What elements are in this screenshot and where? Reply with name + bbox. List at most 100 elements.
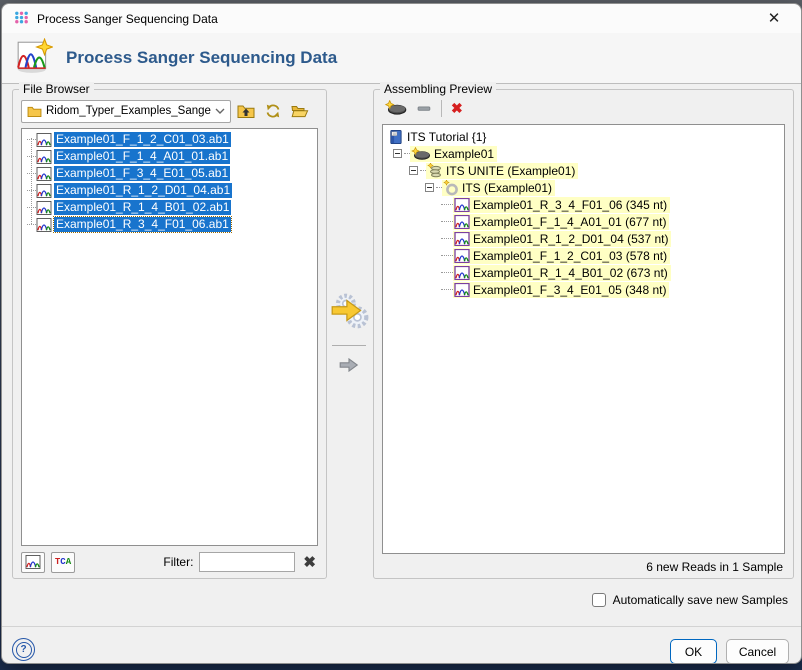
chromatogram-file-icon xyxy=(36,218,52,232)
remove-button[interactable] xyxy=(417,99,432,117)
collapse-toggle-icon[interactable] xyxy=(393,149,402,158)
dialog-buttons: OK Cancel xyxy=(670,639,789,664)
file-item[interactable]: Example01_F_3_4_E01_05.ab1 xyxy=(22,165,317,182)
read-chromatogram-icon xyxy=(454,249,470,263)
file-item[interactable]: Example01_F_1_4_A01_01.ab1 xyxy=(22,148,317,165)
folder-icon xyxy=(27,105,42,117)
transfer-controls xyxy=(325,89,373,577)
chevron-down-icon xyxy=(215,108,225,114)
sequence-text-view-toggle[interactable]: TCA xyxy=(51,552,75,573)
close-button[interactable]: ✕ xyxy=(759,7,789,31)
tree-item-label: Example01_F_1_2_C01_03 (578 nt) xyxy=(473,249,667,263)
chromatogram-file-icon xyxy=(36,184,52,198)
open-folder-button[interactable] xyxy=(288,100,312,122)
sanger-chromatogram-icon xyxy=(15,38,53,79)
tree-item-label: ITS (Example01) xyxy=(462,181,552,195)
tree-connector xyxy=(27,224,36,225)
file-item-label: Example01_R_1_4_B01_02.ab1 xyxy=(54,200,231,215)
ok-button[interactable]: OK xyxy=(670,639,717,664)
file-item-label: Example01_F_1_2_C01_03.ab1 xyxy=(54,132,231,147)
chromatogram-view-toggle[interactable] xyxy=(21,552,45,573)
locus-ring-icon xyxy=(443,180,459,196)
tree-item-label: ITS UNITE (Example01) xyxy=(446,164,575,178)
file-browser-toolbar: Ridom_Typer_Examples_Sanger_ITS/ xyxy=(21,99,320,123)
file-browser-panel: File Browser Ridom_Typer_Examples_Sanger… xyxy=(12,89,327,579)
preview-tree[interactable]: ITS Tutorial {1} Example01 ITS UNITE (Ex… xyxy=(382,124,785,554)
tree-item-locus[interactable]: ITS (Example01) xyxy=(383,179,784,196)
help-button[interactable]: ? xyxy=(12,638,35,661)
question-mark-icon: ? xyxy=(16,642,32,658)
tree-item-read[interactable]: Example01_F_1_2_C01_03 (578 nt) xyxy=(383,247,784,264)
tree-item-label: Example01 xyxy=(434,147,494,161)
read-chromatogram-icon xyxy=(454,266,470,280)
sample-icon xyxy=(411,147,431,161)
minus-icon xyxy=(417,101,432,116)
autosave-checkbox[interactable] xyxy=(592,593,606,607)
assembling-preview-group-label: Assembling Preview xyxy=(380,82,496,96)
tree-connector xyxy=(441,255,453,256)
file-browser-footer: TCA Filter: ✖ xyxy=(21,551,318,573)
folder-up-button[interactable] xyxy=(234,100,258,122)
collapse-toggle-icon[interactable] xyxy=(425,183,434,192)
tree-item-read[interactable]: Example01_R_1_2_D01_04 (537 nt) xyxy=(383,230,784,247)
file-item[interactable]: Example01_R_1_2_D01_04.ab1 xyxy=(22,182,317,199)
tree-connector xyxy=(441,238,453,239)
assembling-preview-panel: Assembling Preview ✖ ITS Tutorial {1} Ex… xyxy=(373,89,794,579)
process-sanger-dialog: Process Sanger Sequencing Data ✕ Process… xyxy=(1,3,802,664)
filter-label: Filter: xyxy=(163,555,193,569)
refresh-button[interactable] xyxy=(261,100,285,122)
clear-filter-button[interactable]: ✖ xyxy=(301,553,318,571)
autosave-label: Automatically save new Samples xyxy=(613,593,788,607)
footer-divider xyxy=(2,626,801,627)
tree-item-read[interactable]: Example01_R_3_4_F01_06 (345 nt) xyxy=(383,196,784,213)
tree-connector xyxy=(31,138,32,224)
file-list[interactable]: Example01_F_1_2_C01_03.ab1 Example01_F_1… xyxy=(21,128,318,546)
tree-item-label: ITS Tutorial {1} xyxy=(407,130,486,144)
tca-letters-icon: TCA xyxy=(55,557,71,567)
chromatogram-file-icon xyxy=(36,201,52,215)
tree-item-label: Example01_R_1_4_B01_02 (673 nt) xyxy=(473,266,668,280)
delete-button[interactable]: ✖ xyxy=(451,99,463,117)
folder-path-value: Ridom_Typer_Examples_Sanger_ITS/ xyxy=(46,105,211,117)
chromatogram-file-icon xyxy=(36,167,52,181)
file-item-label: Example01_F_1_4_A01_01.ab1 xyxy=(54,149,230,164)
gray-arrow-icon xyxy=(338,356,360,374)
desktop: { "window": { "title": "Process Sanger S… xyxy=(0,0,802,670)
tree-item-label: Example01_F_3_4_E01_05 (348 nt) xyxy=(473,283,666,297)
tree-item-task[interactable]: ITS UNITE (Example01) xyxy=(383,162,784,179)
tree-item-read[interactable]: Example01_R_1_4_B01_02 (673 nt) xyxy=(383,264,784,281)
tree-item-label: Example01_R_1_2_D01_04 (537 nt) xyxy=(473,232,668,246)
file-item-label: Example01_F_3_4_E01_05.ab1 xyxy=(54,166,230,181)
tree-item-project[interactable]: ITS Tutorial {1} xyxy=(383,128,784,145)
cancel-button[interactable]: Cancel xyxy=(726,639,789,664)
titlebar: Process Sanger Sequencing Data ✕ xyxy=(2,4,801,33)
window-title: Process Sanger Sequencing Data xyxy=(37,12,218,26)
read-chromatogram-icon xyxy=(454,283,470,297)
file-item[interactable]: Example01_F_1_2_C01_03.ab1 xyxy=(22,131,317,148)
tree-item-sample[interactable]: Example01 xyxy=(383,145,784,162)
tree-connector xyxy=(441,221,453,222)
collapse-toggle-icon[interactable] xyxy=(409,166,418,175)
assembling-preview-toolbar: ✖ xyxy=(384,98,463,118)
tree-item-read[interactable]: Example01_F_3_4_E01_05 (348 nt) xyxy=(383,281,784,298)
divider xyxy=(332,345,366,346)
page-title: Process Sanger Sequencing Data xyxy=(66,48,337,68)
new-sample-button[interactable] xyxy=(384,99,408,117)
read-chromatogram-icon xyxy=(454,215,470,229)
file-item[interactable]: Example01_R_1_4_B01_02.ab1 xyxy=(22,199,317,216)
open-folder-icon xyxy=(291,104,309,118)
project-book-icon xyxy=(388,129,403,145)
tree-item-label: Example01_R_3_4_F01_06 (345 nt) xyxy=(473,198,667,212)
folder-path-select[interactable]: Ridom_Typer_Examples_Sanger_ITS/ xyxy=(21,100,231,123)
refresh-icon xyxy=(265,103,281,119)
file-list-items: Example01_F_1_2_C01_03.ab1 Example01_F_1… xyxy=(22,131,317,233)
process-arrow-gears-icon xyxy=(328,290,370,332)
process-selected-button[interactable] xyxy=(328,290,370,335)
tree-item-read[interactable]: Example01_F_1_4_A01_01 (677 nt) xyxy=(383,213,784,230)
filter-input[interactable] xyxy=(199,552,295,572)
file-item-label: Example01_R_3_4_F01_06.ab1 xyxy=(54,217,231,232)
file-browser-group-label: File Browser xyxy=(19,82,94,96)
add-unprocessed-button[interactable] xyxy=(338,356,360,377)
task-coil-icon xyxy=(427,163,443,179)
file-item[interactable]: Example01_R_3_4_F01_06.ab1 xyxy=(22,216,317,233)
